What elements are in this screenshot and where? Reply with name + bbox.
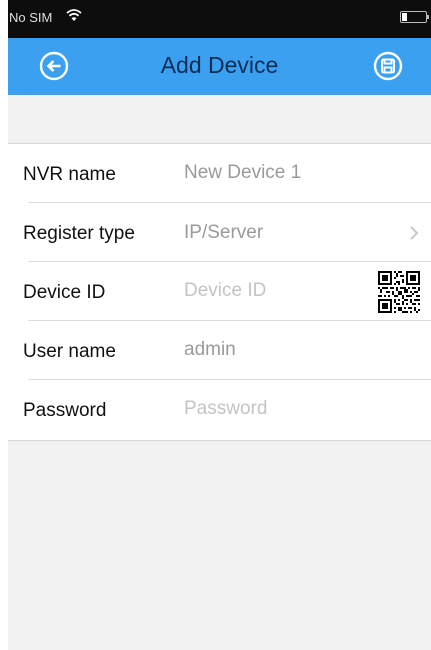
user-name-row: User name — [8, 321, 431, 380]
password-row: Password — [8, 380, 431, 439]
device-id-row: Device ID — [8, 262, 431, 321]
battery-icon — [400, 11, 429, 23]
app-screen: No SIM Add Device NVR name New Device 1 … — [8, 0, 431, 650]
device-form: NVR name Register type IP/Server Device … — [8, 143, 431, 441]
page-title: Add Device — [160, 52, 279, 78]
register-type-value: IP/Server — [184, 222, 264, 243]
register-type-row[interactable]: Register type IP/Server — [8, 203, 431, 262]
save-disk-icon[interactable] — [373, 51, 403, 81]
register-type-label: Register type — [23, 223, 135, 244]
user-name-input[interactable] — [184, 335, 354, 365]
nvr-name-input[interactable] — [184, 158, 354, 188]
user-name-label: User name — [23, 341, 116, 362]
password-input[interactable] — [184, 394, 354, 424]
status-bar: No SIM — [8, 0, 431, 38]
qr-code-scan-icon[interactable] — [378, 271, 420, 313]
device-id-input[interactable] — [184, 276, 354, 306]
device-id-label: Device ID — [23, 282, 106, 303]
chevron-right-icon — [410, 226, 419, 240]
nvr-name-row: NVR name — [8, 144, 431, 203]
password-label: Password — [23, 400, 107, 421]
carrier-label: No SIM — [9, 10, 53, 25]
wifi-icon — [66, 9, 82, 21]
nvr-name-label: NVR name — [23, 164, 116, 185]
nav-bar: Add Device — [8, 38, 431, 95]
